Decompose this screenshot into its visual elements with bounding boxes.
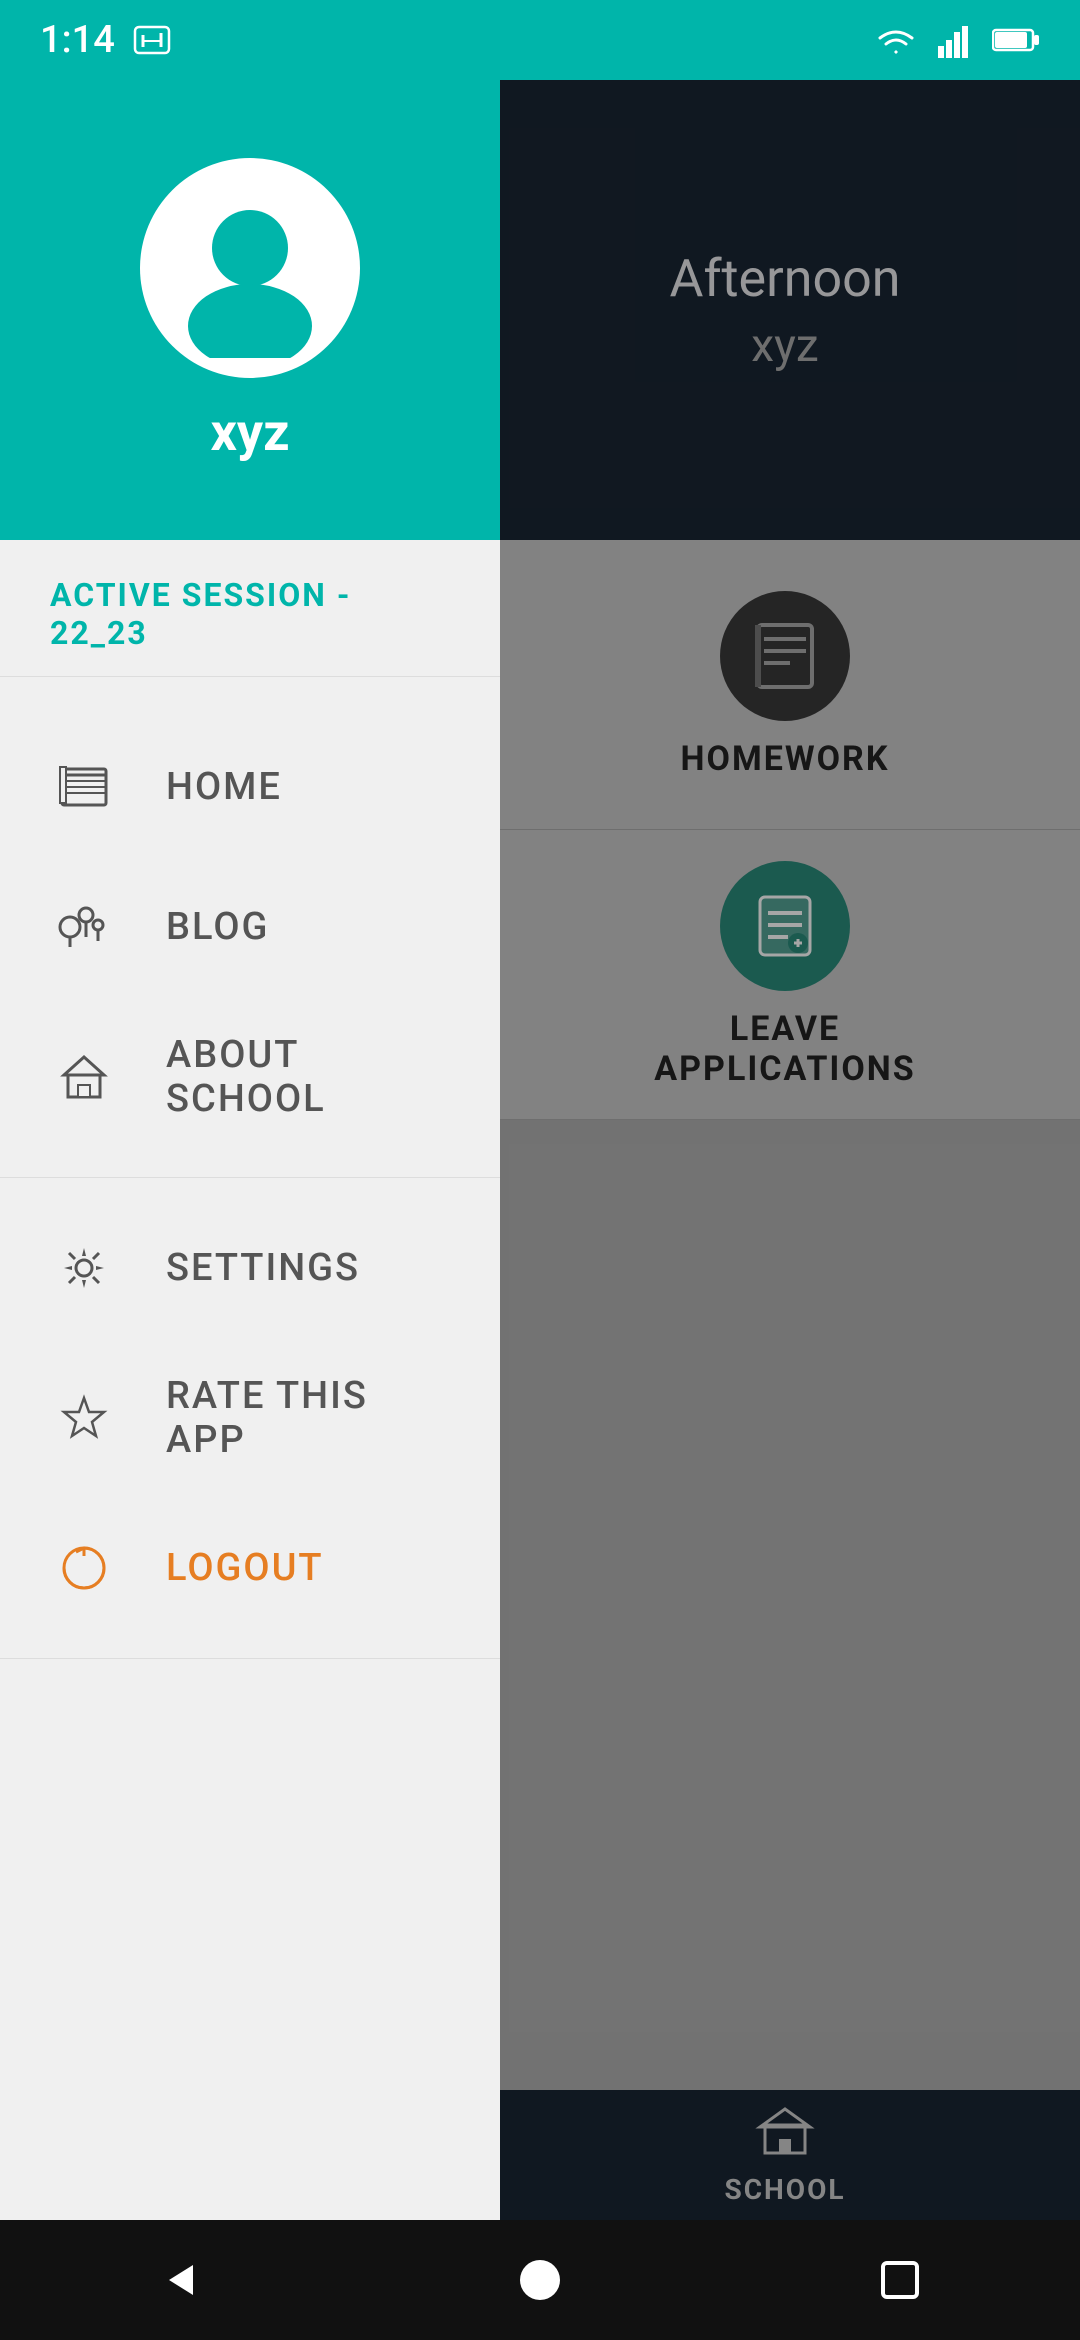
avatar xyxy=(140,158,360,378)
nav-label-settings: SETTINGS xyxy=(166,1246,360,1290)
nav-items: HOME BLOG xyxy=(0,677,500,2242)
nav-item-about-school[interactable]: ABOUT SCHOOL xyxy=(0,997,500,1157)
wifi-icon xyxy=(872,22,920,58)
status-time: 1:14 xyxy=(40,18,115,62)
status-right xyxy=(872,22,1040,58)
home-icon xyxy=(50,753,118,821)
nav-group-2: SETTINGS RATE THIS APP L xyxy=(0,1178,500,1659)
back-button[interactable] xyxy=(120,2240,240,2320)
status-bar: 1:14 xyxy=(0,0,1080,80)
sim-icon xyxy=(133,25,171,55)
nav-group-1: HOME BLOG xyxy=(0,697,500,1178)
home-button[interactable] xyxy=(480,2240,600,2320)
nav-item-logout[interactable]: LOGOUT xyxy=(0,1498,500,1638)
settings-icon xyxy=(50,1234,118,1302)
nav-label-rate-app: RATE THIS APP xyxy=(166,1374,450,1462)
signal-icon xyxy=(938,22,974,58)
nav-label-logout: LOGOUT xyxy=(166,1546,324,1590)
nav-item-blog[interactable]: BLOG xyxy=(0,857,500,997)
session-label: ACTIVE SESSION - 22_23 xyxy=(0,540,500,677)
nav-label-about-school: ABOUT SCHOOL xyxy=(166,1033,450,1121)
nav-label-home: HOME xyxy=(166,765,282,809)
nav-item-home[interactable]: HOME xyxy=(0,717,500,857)
recents-button[interactable] xyxy=(840,2240,960,2320)
status-left: 1:14 xyxy=(40,18,171,62)
drawer-header: xyz xyxy=(0,0,500,540)
nav-item-rate-app[interactable]: RATE THIS APP xyxy=(0,1338,500,1498)
drawer-username: xyz xyxy=(210,402,289,463)
logout-icon xyxy=(50,1534,118,1602)
nav-item-settings[interactable]: SETTINGS xyxy=(0,1198,500,1338)
nav-drawer: xyz ACTIVE SESSION - 22_23 HOME xyxy=(0,0,500,2340)
blog-icon xyxy=(50,893,118,961)
star-icon xyxy=(50,1384,118,1452)
drawer-overlay[interactable] xyxy=(490,0,1080,2340)
about-school-icon xyxy=(50,1043,118,1111)
battery-icon xyxy=(992,26,1040,54)
nav-label-blog: BLOG xyxy=(166,905,269,949)
nav-bar xyxy=(0,2220,1080,2340)
